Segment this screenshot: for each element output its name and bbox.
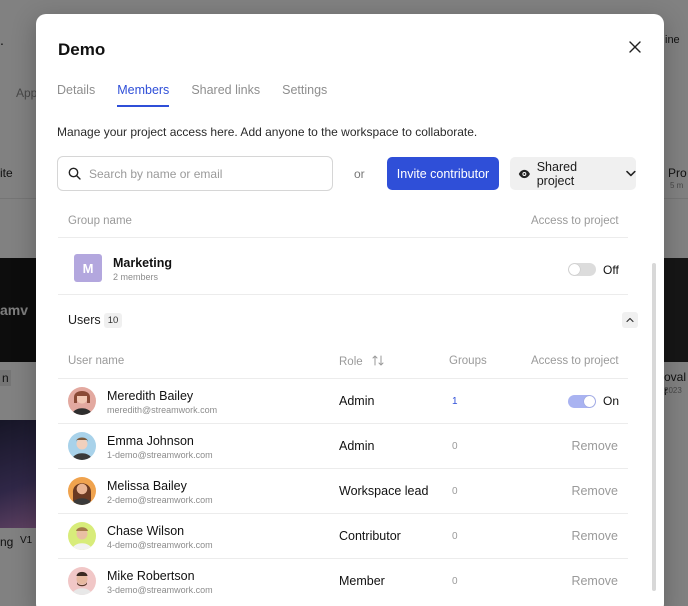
tab-settings[interactable]: Settings	[282, 83, 327, 107]
divider	[58, 294, 628, 295]
table-row: Mike Robertson 3-demo@streamwork.com Mem…	[58, 558, 628, 603]
user-role: Contributor	[339, 529, 401, 543]
sort-icon	[372, 355, 384, 366]
group-name: Marketing	[113, 256, 173, 270]
close-button[interactable]	[626, 38, 644, 56]
table-row: Melissa Bailey 2-demo@streamwork.com Wor…	[58, 468, 628, 513]
toggle-knob	[569, 264, 580, 275]
search-box[interactable]	[57, 156, 333, 191]
invite-contributor-button[interactable]: Invite contributor	[387, 157, 499, 190]
shared-project-label: Shared project	[536, 159, 578, 188]
remove-user-button[interactable]: Remove	[571, 529, 618, 543]
column-header-access: Access to project	[531, 355, 619, 367]
user-email: 4-demo@streamwork.com	[107, 540, 213, 550]
remove-user-button[interactable]: Remove	[571, 439, 618, 453]
or-label: or	[354, 167, 365, 181]
user-access-label: On	[603, 394, 620, 408]
user-groups-count: 0	[452, 576, 458, 587]
divider	[58, 237, 628, 238]
column-header-role[interactable]: Role	[339, 355, 384, 368]
user-email: 1-demo@streamwork.com	[107, 450, 213, 460]
group-access-toggle[interactable]	[568, 263, 596, 276]
user-name: Emma Johnson	[107, 434, 194, 448]
modal-title: Demo	[58, 40, 106, 59]
intro-text: Manage your project access here. Add any…	[57, 125, 478, 139]
avatar	[68, 432, 96, 460]
user-name: Chase Wilson	[107, 524, 185, 538]
user-groups-count: 0	[452, 486, 458, 497]
avatar	[68, 387, 96, 415]
user-name: Melissa Bailey	[107, 479, 187, 493]
user-groups-count: 0	[452, 531, 458, 542]
avatar	[68, 477, 96, 505]
members-modal: Demo Details Members Shared links Settin…	[36, 14, 664, 606]
users-count-badge: 10	[104, 313, 122, 328]
search-icon	[68, 167, 81, 180]
collapse-users-button[interactable]	[622, 312, 638, 328]
column-header-group-name: Group name	[68, 215, 132, 227]
avatar	[68, 522, 96, 550]
column-header-user-name: User name	[68, 355, 125, 367]
shared-project-dropdown[interactable]: Shared project	[510, 157, 636, 190]
search-input[interactable]	[89, 166, 319, 181]
user-name: Meredith Bailey	[107, 389, 194, 403]
column-header-role-label: Role	[339, 356, 363, 368]
tab-members[interactable]: Members	[117, 83, 170, 107]
user-email: meredith@streamwork.com	[107, 405, 218, 415]
group-member-count: 2 members	[113, 272, 159, 282]
chevron-up-icon	[626, 317, 634, 323]
chevron-down-icon	[626, 170, 636, 177]
group-access-label: Off	[603, 263, 619, 277]
user-email: 3-demo@streamwork.com	[107, 585, 213, 595]
users-section-title: Users	[68, 313, 101, 327]
table-row: Emma Johnson 1-demo@streamwork.com Admin…	[58, 423, 628, 468]
user-role: Workspace lead	[339, 484, 429, 498]
user-groups-count: 0	[452, 441, 458, 452]
scrollbar[interactable]	[652, 263, 656, 591]
table-row: Meredith Bailey meredith@streamwork.com …	[58, 378, 628, 423]
avatar	[68, 567, 96, 595]
remove-user-button[interactable]: Remove	[571, 484, 618, 498]
tab-shared-links[interactable]: Shared links	[191, 83, 260, 107]
user-email: 2-demo@streamwork.com	[107, 495, 213, 505]
user-role: Admin	[339, 394, 375, 408]
table-row: Chase Wilson 4-demo@streamwork.com Contr…	[58, 513, 628, 558]
user-access-toggle[interactable]	[568, 395, 596, 408]
user-name: Mike Robertson	[107, 569, 195, 583]
user-role: Member	[339, 574, 385, 588]
tab-bar: Details Members Shared links Settings	[57, 83, 349, 107]
user-role: Admin	[339, 439, 375, 453]
user-groups-count: 1	[452, 396, 458, 407]
toggle-knob	[584, 396, 595, 407]
column-header-access: Access to project	[531, 215, 619, 227]
tab-details[interactable]: Details	[57, 83, 95, 107]
remove-user-button[interactable]: Remove	[571, 574, 618, 588]
column-header-groups: Groups	[449, 355, 487, 367]
eye-icon	[518, 169, 530, 178]
close-icon	[629, 41, 641, 53]
group-avatar: M	[74, 254, 102, 282]
